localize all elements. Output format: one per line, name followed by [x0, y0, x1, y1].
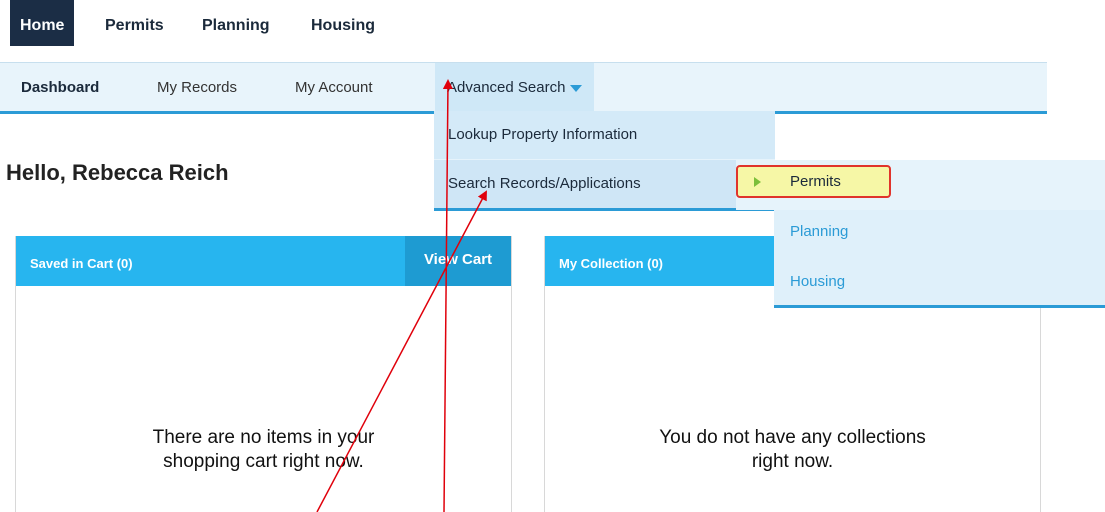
cart-empty-line-2: shopping cart right now. — [163, 451, 364, 472]
submenu-item-permits[interactable]: Permits — [736, 165, 891, 198]
submenu-item-planning[interactable]: Planning — [790, 223, 848, 240]
menu-item-search-records[interactable]: Search Records/Applications — [434, 160, 775, 208]
tab-housing[interactable]: Housing — [311, 0, 375, 46]
subnav-my-records[interactable]: My Records — [157, 63, 237, 112]
triangle-right-icon — [754, 177, 761, 187]
cart-card-header: Saved in Cart (0) View Cart — [16, 236, 511, 286]
submenu-lower-panel: Planning Housing — [774, 210, 1105, 308]
advanced-search-dropdown: Lookup Property Information Search Recor… — [434, 111, 775, 211]
collection-card-title: My Collection (0) — [559, 256, 664, 271]
page-greeting: Hello, Rebecca Reich — [6, 160, 229, 185]
submenu-top-row: Permits — [736, 160, 1105, 210]
tab-permits[interactable]: Permits — [105, 0, 164, 46]
tab-home[interactable]: Home — [10, 0, 75, 46]
submenu-item-housing[interactable]: Housing — [790, 273, 845, 290]
permits-label: Permits — [790, 173, 841, 190]
subnav-dashboard[interactable]: Dashboard — [21, 63, 99, 112]
search-records-submenu: Permits Planning Housing — [736, 160, 1105, 308]
menu-item-lookup-property[interactable]: Lookup Property Information — [434, 111, 775, 159]
chevron-down-icon — [570, 84, 583, 92]
tab-planning[interactable]: Planning — [202, 0, 270, 46]
collection-empty-line-2: right now. — [751, 451, 834, 472]
sub-nav: Dashboard My Records My Account Advanced… — [0, 62, 1047, 114]
advanced-search-label: Advanced Search — [447, 79, 566, 96]
subnav-my-account[interactable]: My Account — [295, 63, 373, 112]
top-nav: Home Permits Planning Housing — [0, 0, 1105, 46]
cart-empty-line-1: There are no items in your — [152, 427, 375, 448]
collection-empty-line-1: You do not have any collections — [659, 427, 926, 448]
subnav-advanced-search[interactable]: Advanced Search — [435, 63, 595, 112]
view-cart-button[interactable]: View Cart — [405, 236, 511, 286]
cart-card: Saved in Cart (0) View Cart There are no… — [15, 236, 512, 512]
cart-card-title: Saved in Cart (0) — [30, 256, 133, 271]
